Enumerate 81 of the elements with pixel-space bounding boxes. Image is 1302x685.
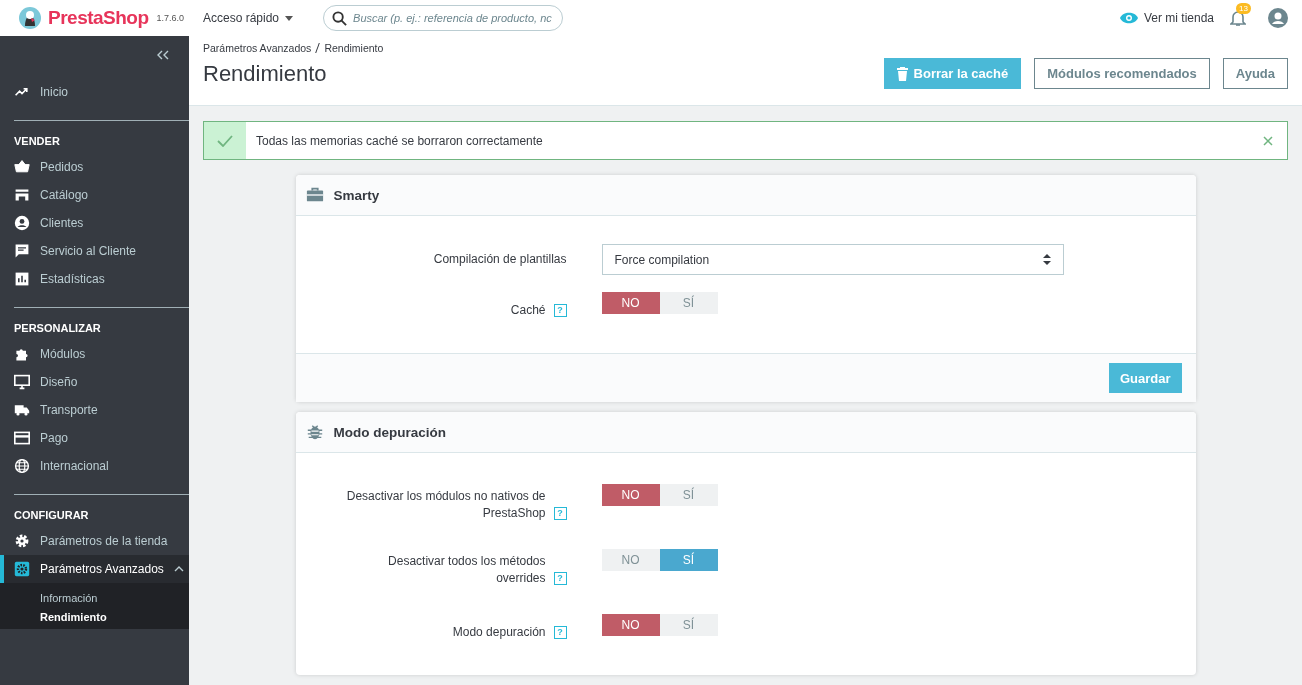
monitor-icon bbox=[14, 374, 30, 390]
panel-title: Modo depuración bbox=[333, 424, 446, 440]
submenu-item[interactable]: Rendimiento bbox=[0, 608, 189, 627]
nav-item[interactable]: Servicio al Cliente bbox=[0, 237, 189, 265]
help-icon[interactable]: ? bbox=[553, 626, 567, 639]
toggle-switch[interactable]: NO SÍ bbox=[601, 292, 718, 314]
toggle-switch[interactable]: NO SÍ bbox=[601, 484, 718, 506]
toggle-switch[interactable]: NO SÍ bbox=[601, 614, 718, 636]
bell-icon[interactable] bbox=[1230, 9, 1246, 27]
globe-icon bbox=[14, 458, 30, 474]
toolbar-button[interactable]: Módulos recomendados bbox=[1034, 58, 1210, 89]
submenu-item[interactable]: Información bbox=[0, 589, 189, 608]
view-store-link[interactable]: Ver mi tienda bbox=[1119, 11, 1214, 25]
nav-item[interactable]: Diseño bbox=[0, 368, 189, 396]
toolbar-button[interactable]: Borrar la caché bbox=[883, 58, 1022, 89]
help-icon[interactable]: ? bbox=[553, 507, 567, 520]
search-icon bbox=[332, 11, 348, 26]
toggle-option[interactable]: NO bbox=[601, 292, 660, 314]
bug-icon bbox=[305, 423, 324, 441]
breadcrumb-link[interactable]: Parámetros Avanzados bbox=[203, 42, 312, 54]
gear-icon bbox=[14, 561, 30, 577]
help-icon[interactable]: ? bbox=[553, 572, 567, 585]
toggle-option[interactable]: SÍ bbox=[659, 292, 718, 314]
nav-item[interactable]: Parámetros de la tienda bbox=[0, 527, 189, 555]
nav-item[interactable]: Inicio bbox=[0, 78, 189, 106]
field-label: Caché bbox=[509, 302, 546, 319]
logo-text[interactable]: PrestaShop bbox=[48, 7, 149, 29]
page-title: Rendimiento bbox=[203, 60, 327, 87]
trash-icon bbox=[896, 66, 908, 81]
nav-item[interactable]: Parámetros Avanzados bbox=[0, 555, 189, 583]
quick-access-menu[interactable]: Acceso rápido bbox=[203, 11, 294, 25]
field-label: Desactivar todos los métodos overrides bbox=[387, 553, 546, 587]
breadcrumb-link[interactable]: Rendimiento bbox=[324, 42, 384, 54]
sort-icon bbox=[1042, 254, 1051, 265]
eye-icon bbox=[1119, 12, 1138, 24]
user-icon bbox=[14, 215, 30, 231]
gear-icon bbox=[14, 533, 30, 549]
nav-item[interactable]: Catálogo bbox=[0, 181, 189, 209]
caret-icon bbox=[285, 15, 294, 21]
truck-icon bbox=[14, 402, 30, 418]
puzzle-icon bbox=[14, 346, 30, 362]
close-icon[interactable] bbox=[1263, 135, 1273, 146]
logo-icon bbox=[18, 6, 42, 30]
toggle-option[interactable]: NO bbox=[601, 484, 660, 506]
chart-icon bbox=[14, 271, 30, 287]
nav-item[interactable]: Transporte bbox=[0, 396, 189, 424]
nav-item[interactable]: Pedidos bbox=[0, 153, 189, 181]
notification-count: 13 bbox=[1236, 3, 1251, 14]
nav-item[interactable]: Estadísticas bbox=[0, 265, 189, 293]
store-icon bbox=[14, 187, 30, 203]
toggle-option[interactable]: SÍ bbox=[659, 484, 718, 506]
basket-icon bbox=[14, 159, 30, 175]
search-field[interactable]: Buscar (p. ej.: referencia de producto, nc bbox=[323, 5, 564, 31]
toggle-option[interactable]: NO bbox=[601, 614, 660, 636]
toggle-switch[interactable]: NO SÍ bbox=[601, 549, 718, 571]
check-icon bbox=[217, 134, 233, 147]
nav-item[interactable]: Módulos bbox=[0, 340, 189, 368]
toolbar-button[interactable]: Ayuda bbox=[1222, 58, 1288, 89]
section-heading: VENDER bbox=[13, 134, 61, 149]
collapse-icon[interactable] bbox=[157, 50, 169, 60]
toggle-option[interactable]: SÍ bbox=[659, 549, 718, 571]
section-heading: PERSONALIZAR bbox=[13, 321, 102, 336]
nav-item[interactable]: Internacional bbox=[0, 452, 189, 480]
toggle-option[interactable]: SÍ bbox=[659, 614, 718, 636]
toggle-option[interactable]: NO bbox=[601, 549, 660, 571]
panel-title: Smarty bbox=[333, 187, 380, 203]
help-icon[interactable]: ? bbox=[553, 304, 567, 317]
alert-message: Todas las memorias caché se borraron correctamente bbox=[255, 133, 544, 148]
briefcase-icon bbox=[305, 186, 324, 204]
save-button[interactable]: Guardar bbox=[1108, 363, 1182, 393]
field-label: Compilación de plantillas bbox=[432, 251, 567, 268]
version-label: 1.7.6.0 bbox=[156, 13, 185, 23]
template-compilation-select[interactable]: Force compilation bbox=[601, 244, 1064, 275]
field-label: Modo depuración bbox=[451, 624, 546, 641]
user-avatar-icon[interactable] bbox=[1268, 8, 1288, 28]
nav-item[interactable]: Pago bbox=[0, 424, 189, 452]
section-heading: CONFIGURAR bbox=[13, 508, 90, 523]
nav-item[interactable]: Clientes bbox=[0, 209, 189, 237]
card-icon bbox=[14, 430, 30, 446]
field-label: Desactivar los módulos no nativos de PrestaShop bbox=[345, 488, 546, 522]
chat-icon bbox=[14, 243, 30, 259]
